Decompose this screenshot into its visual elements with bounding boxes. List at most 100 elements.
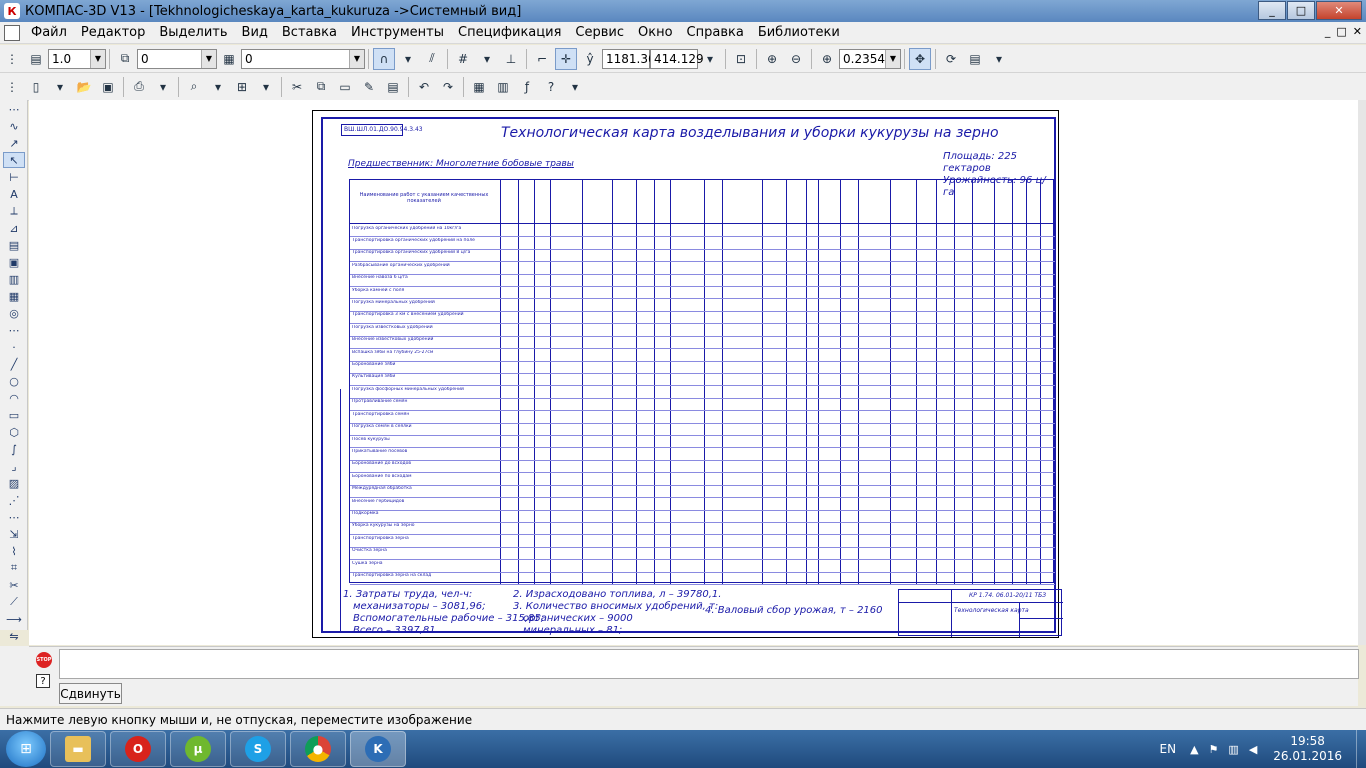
rectangle-icon[interactable]: ▭ (3, 407, 25, 423)
structure-icon[interactable]: ⊞ (231, 76, 253, 98)
toolbar-overflow-icon[interactable]: ▾ (988, 48, 1010, 70)
cut-icon[interactable]: ✂ (286, 76, 308, 98)
layer-combo[interactable]: 0 ▼ (137, 48, 217, 69)
manager-icon[interactable]: ▦ (468, 76, 490, 98)
print-preview-icon[interactable]: ⌕ (183, 76, 205, 98)
style-combo[interactable]: 0 ▼ (241, 48, 365, 69)
flag-icon[interactable]: ⚑ (1209, 743, 1219, 756)
insert-icon[interactable]: ◎ (3, 305, 25, 321)
reports-icon[interactable]: ▦ (3, 288, 25, 304)
extend-icon[interactable]: ⟶ (3, 611, 25, 627)
taskbar-utorrent[interactable]: µ (170, 731, 226, 767)
menu-file[interactable]: Файл (24, 25, 74, 40)
chevron-down-icon[interactable]: ▼ (201, 49, 216, 68)
point-icon[interactable]: · (3, 339, 25, 355)
zoom-window-icon[interactable]: ⊡ (730, 48, 752, 70)
print-options-icon[interactable]: ▾ (152, 76, 174, 98)
coord-y-field[interactable]: 414.129 (650, 48, 704, 69)
circle-icon[interactable]: ○ (3, 373, 25, 389)
tray-expand-icon[interactable]: ▲ (1190, 743, 1198, 756)
associative-view-icon[interactable]: ▣ (3, 254, 25, 270)
preview-options-icon[interactable]: ▾ (207, 76, 229, 98)
coord-x-field[interactable]: 1181.36 (602, 48, 656, 69)
segment-icon[interactable]: ╱ (3, 356, 25, 372)
command-prompt-field[interactable] (59, 649, 1359, 679)
chamfer-icon[interactable]: ⌟ (3, 458, 25, 474)
taskbar-skype[interactable]: S (230, 731, 286, 767)
spec-icon[interactable]: ▥ (3, 271, 25, 287)
volume-icon[interactable]: ◀ (1249, 743, 1257, 756)
properties-icon[interactable]: ▤ (382, 76, 404, 98)
format-painter-icon[interactable]: ✎ (358, 76, 380, 98)
axis-icon[interactable]: ⋯ (3, 509, 25, 525)
toolbar-overflow-icon[interactable]: ▾ (699, 48, 721, 70)
trim-icon[interactable]: ⟋ (3, 594, 25, 610)
polygon-icon[interactable]: ⬡ (3, 424, 25, 440)
menu-insert[interactable]: Вставка (275, 25, 344, 40)
menu-select[interactable]: Выделить (152, 25, 234, 40)
edit-icon[interactable]: ↗ (3, 135, 25, 151)
offset-icon[interactable]: ⇲ (3, 526, 25, 542)
cursor-snap-icon[interactable]: ✛ (555, 47, 577, 70)
equidistant-icon[interactable]: ⋰ (3, 492, 25, 508)
taskbar-explorer[interactable]: ▬ (50, 731, 106, 767)
dimensions-icon[interactable]: ⊢ (3, 169, 25, 185)
close-button[interactable]: ✕ (1316, 1, 1362, 20)
help-icon[interactable]: ? (36, 674, 50, 688)
zoom-out-icon[interactable]: ⊖ (785, 48, 807, 70)
zoom-scale-icon[interactable]: ⊕ (816, 48, 838, 70)
line-style-icon[interactable]: ▤ (25, 48, 47, 70)
taskbar-opera[interactable]: O (110, 731, 166, 767)
zoom-in-icon[interactable]: ⊕ (761, 48, 783, 70)
copy-icon[interactable]: ⧉ (310, 76, 332, 98)
show-desktop-button[interactable] (1356, 730, 1366, 768)
library-icon[interactable]: ▥ (492, 76, 514, 98)
mirror-icon[interactable]: ⇋ (3, 628, 25, 644)
mdi-close-button[interactable]: ✕ (1353, 25, 1362, 38)
taskbar-kompas[interactable]: K (350, 731, 406, 767)
language-indicator[interactable]: EN (1160, 742, 1177, 756)
hatch-icon[interactable]: ▨ (3, 475, 25, 491)
kompas-app-icon[interactable]: К (4, 3, 20, 19)
clock[interactable]: 19:58 26.01.2016 (1273, 734, 1342, 764)
variables-icon[interactable]: ƒ (516, 76, 538, 98)
break-icon[interactable]: ✂ (3, 577, 25, 593)
local-cs-icon[interactable]: ⊥ (500, 48, 522, 70)
measure-icon[interactable]: ⊿ (3, 220, 25, 236)
undo-icon[interactable]: ↶ (413, 76, 435, 98)
taskbar-chrome[interactable]: ● (290, 731, 346, 767)
geometry-icon[interactable]: ∿ (3, 118, 25, 134)
zoom-combo[interactable]: 0.2354 ▼ (839, 48, 901, 69)
select-mode-icon[interactable]: ▤ (3, 237, 25, 253)
pan-icon[interactable]: ✥ (909, 47, 931, 70)
parametrization-icon[interactable]: ⟂ (3, 203, 25, 219)
snap-options-icon[interactable]: ▾ (397, 48, 419, 70)
minimize-button[interactable]: _ (1258, 1, 1286, 20)
open-folder-icon[interactable]: 📂 (73, 76, 95, 98)
chevron-down-icon[interactable]: ▼ (349, 49, 364, 68)
maximize-button[interactable]: □ (1287, 1, 1315, 20)
menu-libraries[interactable]: Библиотеки (751, 25, 847, 40)
menu-service[interactable]: Сервис (568, 25, 631, 40)
network-icon[interactable]: ▥ (1228, 743, 1238, 756)
print-icon[interactable]: ⎙ (128, 76, 150, 98)
menu-window[interactable]: Окно (631, 25, 680, 40)
designations-icon[interactable]: A (3, 186, 25, 202)
select-icon[interactable]: ↖ (3, 152, 25, 168)
mdi-restore-button[interactable]: □ (1336, 25, 1346, 38)
vertical-scrollbar[interactable] (1358, 100, 1366, 645)
context-help-icon[interactable]: ? (540, 76, 562, 98)
menu-help[interactable]: Справка (680, 25, 751, 40)
start-button[interactable]: ⊞ (6, 731, 46, 767)
arc-icon[interactable]: ◠ (3, 390, 25, 406)
paste-icon[interactable]: ▭ (334, 76, 356, 98)
chevron-down-icon[interactable]: ▼ (885, 49, 900, 68)
redo-icon[interactable]: ↷ (437, 76, 459, 98)
document-icon[interactable] (4, 24, 20, 41)
chevron-down-icon[interactable]: ▼ (90, 49, 105, 68)
line-scale-combo[interactable]: 1.0 ▼ (48, 48, 106, 69)
menu-tools[interactable]: Инструменты (344, 25, 451, 40)
contour-icon[interactable]: ⌇ (3, 543, 25, 559)
snap-magnet-icon[interactable]: ∩ (373, 47, 395, 70)
grid-options-icon[interactable]: ▾ (476, 48, 498, 70)
